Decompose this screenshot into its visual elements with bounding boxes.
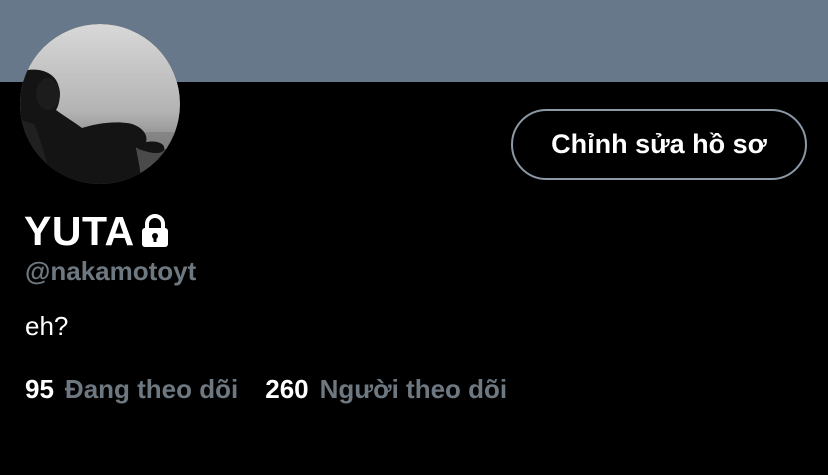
name-row: YUTA (24, 208, 171, 254)
edit-profile-button[interactable]: Chỉnh sửa hồ sơ (511, 109, 807, 180)
following-label: Đang theo dõi (64, 374, 239, 404)
followers-link[interactable]: 260 Người theo dõi (265, 374, 507, 405)
following-link[interactable]: 95 Đang theo dõi (25, 374, 238, 405)
followers-count: 260 (265, 374, 309, 404)
follow-stats: 95 Đang theo dõi 260 Người theo dõi (25, 374, 507, 405)
bio-text: eh? (25, 311, 69, 341)
followers-label: Người theo dõi (319, 374, 508, 404)
display-name: YUTA (24, 208, 135, 254)
avatar[interactable] (20, 24, 180, 184)
following-count: 95 (25, 374, 54, 404)
lock-icon (139, 213, 171, 249)
username-handle: @nakamotoyt (25, 256, 197, 286)
